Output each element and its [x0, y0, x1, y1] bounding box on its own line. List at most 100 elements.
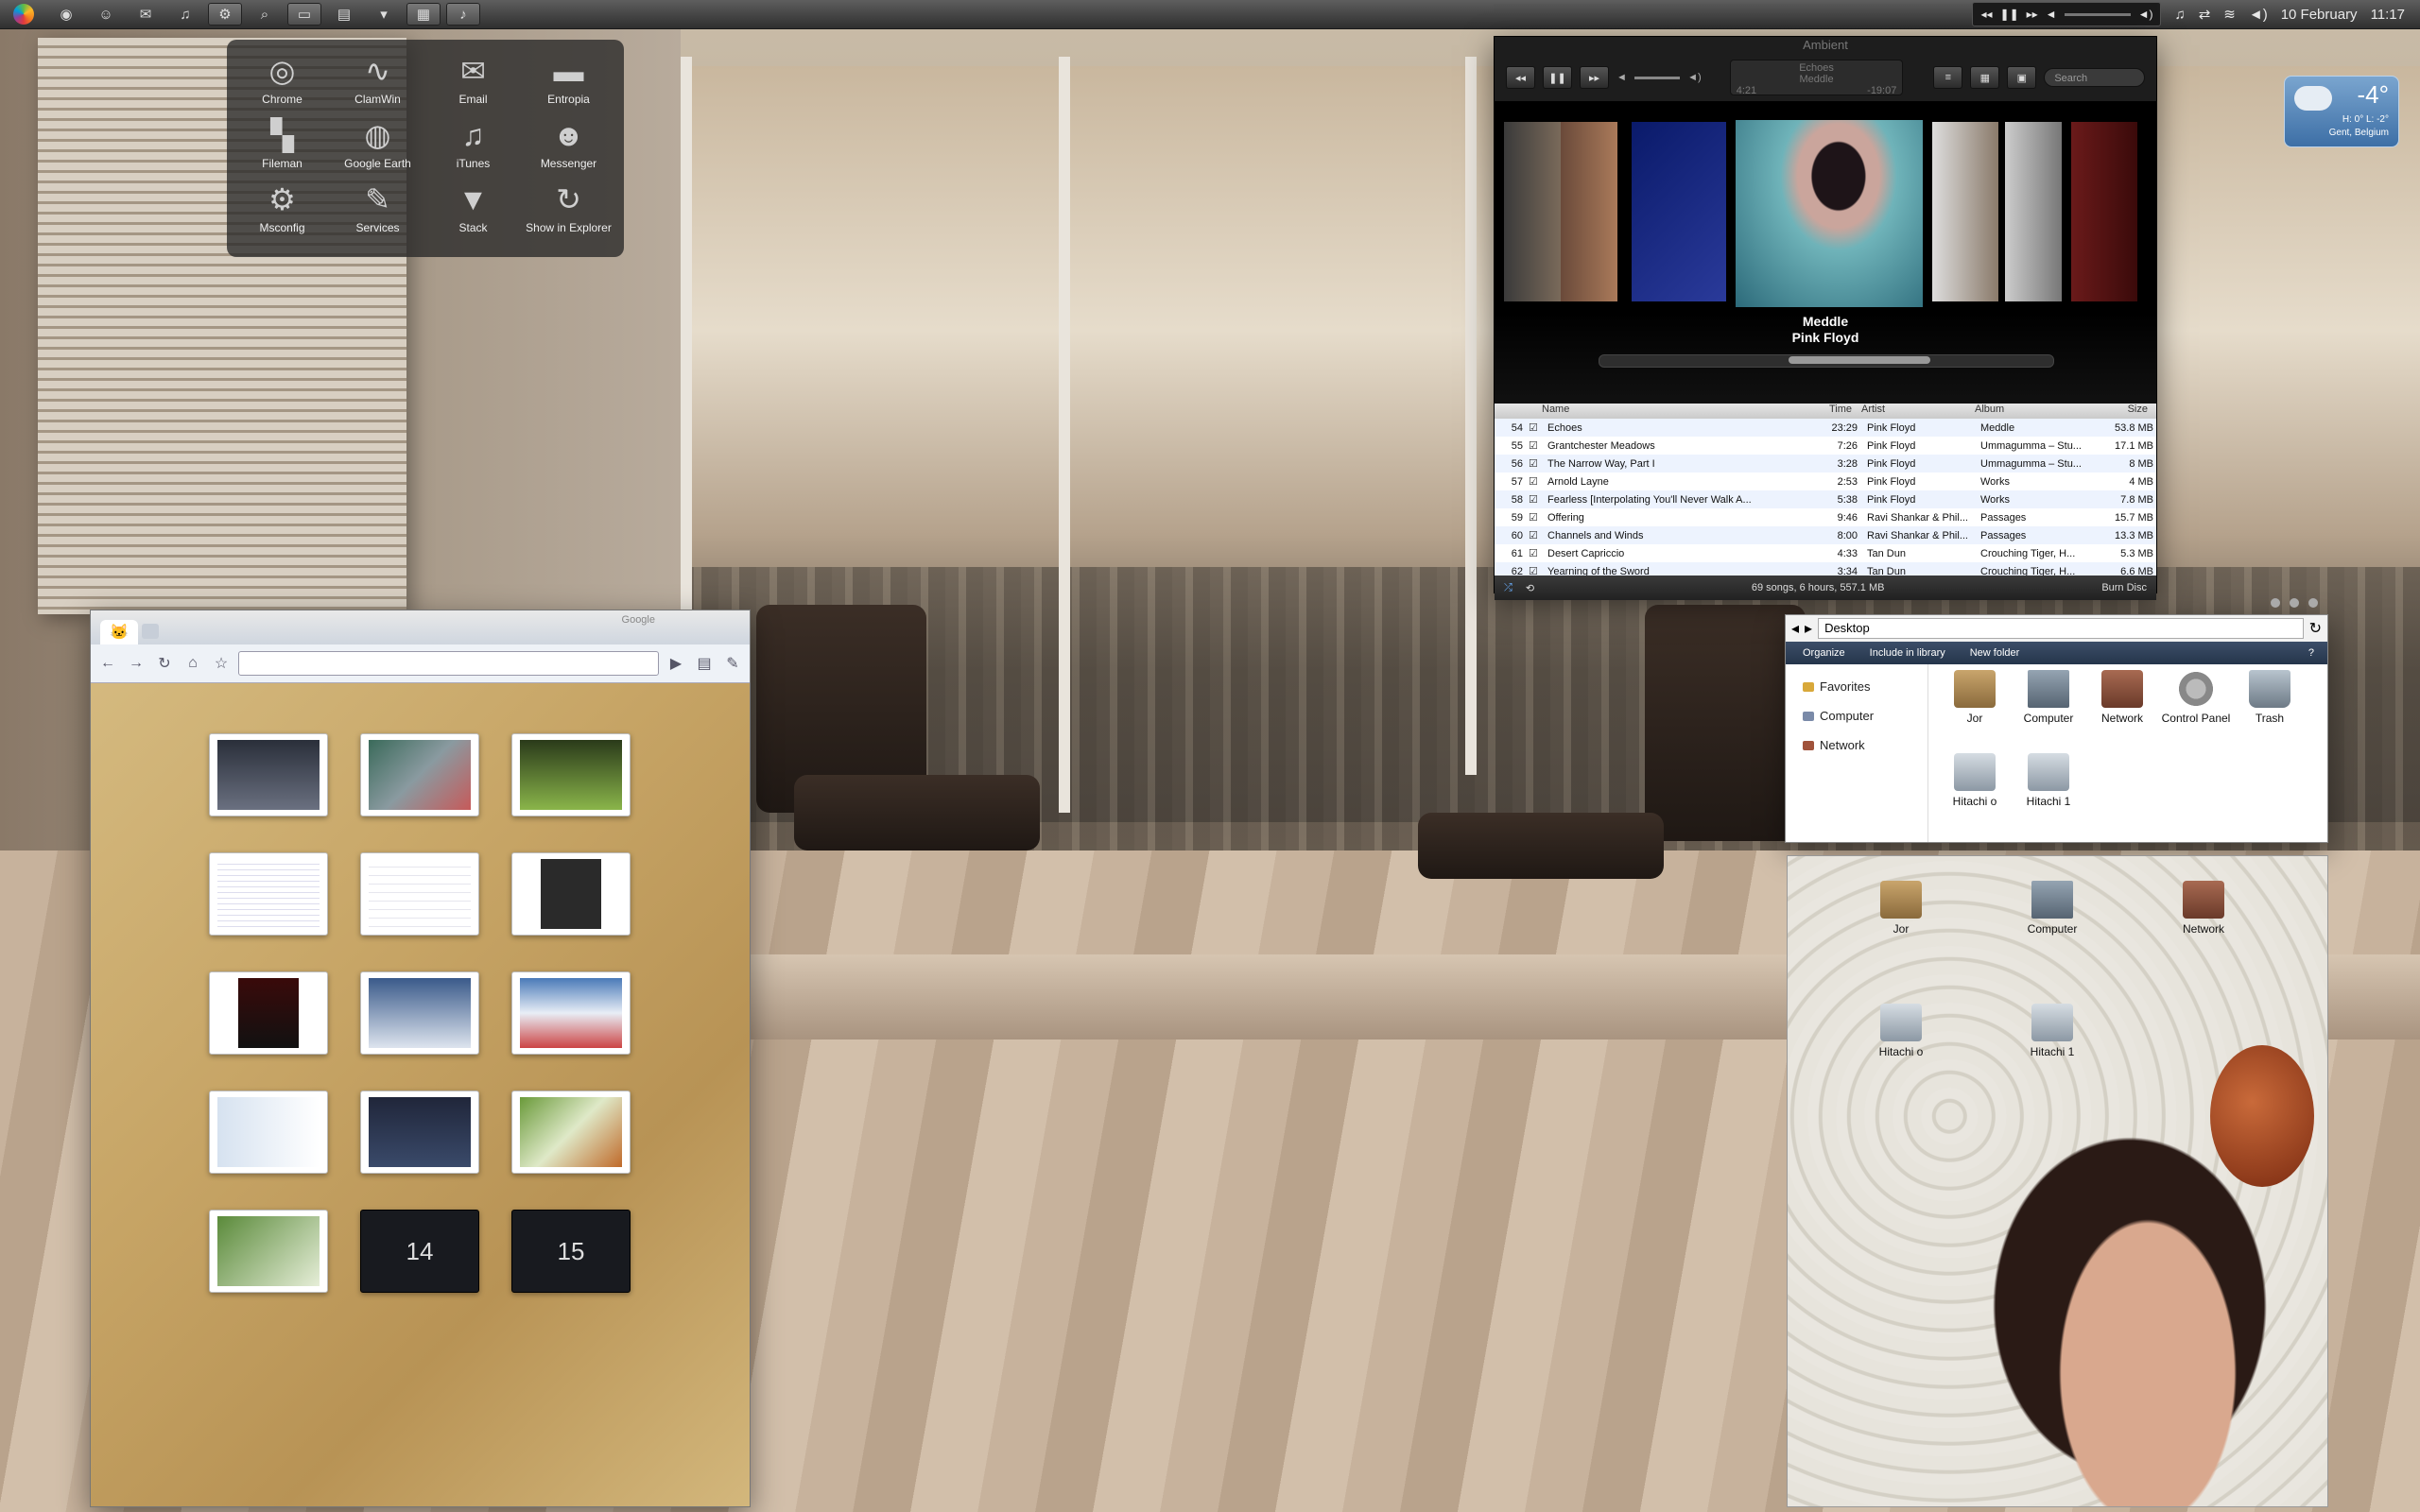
- coverflow-view-button[interactable]: ▣: [2007, 66, 2037, 89]
- volume-slider[interactable]: [2064, 12, 2131, 16]
- pause-button[interactable]: ❚❚: [1542, 66, 1572, 89]
- file-item-computer[interactable]: Computer: [2012, 670, 2085, 753]
- album-cover[interactable]: [1932, 122, 1998, 301]
- cover-flow-scrollbar[interactable]: [1599, 354, 2054, 368]
- thumbnail[interactable]: [511, 733, 631, 816]
- repeat-icon[interactable]: ⟲: [1526, 582, 1534, 594]
- wifi-icon[interactable]: ≋: [2223, 6, 2236, 23]
- pause-icon[interactable]: ❚❚: [2000, 8, 2019, 21]
- album-cover[interactable]: [2005, 122, 2062, 301]
- checkbox-icon[interactable]: ☑: [1529, 511, 1547, 524]
- page-menu-icon[interactable]: ▤: [693, 652, 716, 675]
- checkbox-icon[interactable]: ☑: [1529, 457, 1547, 470]
- table-row[interactable]: 56 ☑ The Narrow Way, Part I 3:28 Pink Floyd U…: [1495, 455, 2156, 472]
- file-item-trash[interactable]: Trash: [2233, 670, 2307, 753]
- album-cover-current[interactable]: [1736, 120, 1923, 307]
- path-field[interactable]: Desktop: [1818, 618, 2304, 639]
- help-icon[interactable]: ?: [2308, 647, 2314, 659]
- thumbnail[interactable]: [209, 1091, 328, 1174]
- clock-time[interactable]: 11:17: [2371, 7, 2405, 23]
- list-view-button[interactable]: ≡: [1933, 66, 1963, 89]
- thumbnail[interactable]: [511, 852, 631, 936]
- grid-view-button[interactable]: ▦: [1970, 66, 2000, 89]
- settings-icon[interactable]: ⚙: [208, 3, 242, 26]
- thumbnail[interactable]: [209, 971, 328, 1055]
- launcher-item-show-in-explorer[interactable]: ↻ Show in Explorer: [521, 181, 616, 246]
- forward-icon[interactable]: →: [125, 652, 147, 675]
- music-note-icon[interactable]: ♫: [2174, 7, 2185, 23]
- search-icon[interactable]: ⌕: [248, 3, 282, 26]
- desktop-icon-jor[interactable]: Jor: [1825, 881, 1977, 1004]
- checkbox-icon[interactable]: ☑: [1529, 529, 1547, 541]
- launcher-item-google-earth[interactable]: ◍ Google Earth: [330, 117, 425, 181]
- column-artist[interactable]: Artist: [1861, 404, 1975, 419]
- previous-icon[interactable]: ◂◂: [1980, 8, 1992, 21]
- album-cover[interactable]: [1561, 122, 1617, 301]
- launcher-item-email[interactable]: ✉ Email: [425, 53, 521, 117]
- launcher-item-itunes[interactable]: ♫ iTunes: [425, 117, 521, 181]
- nav-favorites[interactable]: Favorites: [1786, 672, 1927, 701]
- checkbox-icon[interactable]: ☑: [1529, 439, 1547, 452]
- table-row[interactable]: 58 ☑ Fearless [Interpolating You'll Never …: [1495, 490, 2156, 508]
- folder-icon[interactable]: ▭: [287, 3, 321, 26]
- reload-icon[interactable]: ↻: [153, 652, 176, 675]
- thumbnail[interactable]: [360, 852, 479, 936]
- close-button[interactable]: [2308, 598, 2318, 608]
- volume-slider[interactable]: [1634, 76, 1681, 79]
- organize-button[interactable]: Organize: [1803, 647, 1845, 659]
- checkbox-icon[interactable]: ☑: [1529, 475, 1547, 488]
- column-album[interactable]: Album: [1975, 404, 2093, 419]
- thumbnail[interactable]: [511, 1091, 631, 1174]
- apple-logo-icon[interactable]: [13, 4, 34, 25]
- launcher-item-chrome[interactable]: ◎ Chrome: [234, 53, 330, 117]
- launcher-item-fileman[interactable]: ▚ Fileman: [234, 117, 330, 181]
- table-row[interactable]: 55 ☑ Grantchester Meadows 7:26 Pink Floyd Umm…: [1495, 437, 2156, 455]
- itunes-icon[interactable]: ♫: [168, 3, 202, 26]
- file-item-jor[interactable]: Jor: [1938, 670, 2012, 753]
- table-row[interactable]: 60 ☑ Channels and Winds 8:00 Ravi Shankar & …: [1495, 526, 2156, 544]
- column-name[interactable]: Name: [1542, 404, 1797, 419]
- stack-icon[interactable]: ▾: [367, 3, 401, 26]
- chrome-icon[interactable]: ◉: [49, 3, 83, 26]
- back-icon[interactable]: ◂: [1791, 619, 1799, 638]
- new-tab-button[interactable]: [142, 624, 159, 639]
- scrollbar-thumb[interactable]: [1789, 356, 1930, 364]
- table-row[interactable]: 61 ☑ Desert Capriccio 4:33 Tan Dun Crouching …: [1495, 544, 2156, 562]
- new-folder-button[interactable]: New folder: [1970, 647, 2020, 659]
- checkbox-icon[interactable]: ☑: [1529, 421, 1547, 434]
- previous-button[interactable]: ◂◂: [1506, 66, 1535, 89]
- table-row[interactable]: 62 ☑ Yearning of the Sword 3:34 Tan Dun Crouc…: [1495, 562, 2156, 576]
- launcher-item-msconfig[interactable]: ⚙ Msconfig: [234, 181, 330, 246]
- go-icon[interactable]: ▶: [665, 652, 687, 675]
- back-icon[interactable]: ←: [96, 652, 119, 675]
- next-button[interactable]: ▸▸: [1579, 66, 1609, 89]
- file-item-hitachi-0[interactable]: Hitachi o: [1938, 753, 2012, 836]
- email-icon[interactable]: ✉: [129, 3, 163, 26]
- clock-date[interactable]: 10 February: [2281, 7, 2358, 23]
- launcher-item-services[interactable]: ✎ Services: [330, 181, 425, 246]
- desktop-icon-hitachi-0[interactable]: Hitachi o: [1825, 1004, 1977, 1126]
- checkbox-icon[interactable]: ☑: [1529, 547, 1547, 559]
- window-icon[interactable]: ▦: [406, 3, 441, 26]
- column-time[interactable]: Time: [1797, 404, 1861, 419]
- thumbnail-empty[interactable]: 15: [511, 1210, 631, 1293]
- thumbnail[interactable]: [209, 852, 328, 936]
- thumbnail[interactable]: [360, 1091, 479, 1174]
- music-icon[interactable]: ♪: [446, 3, 480, 26]
- nav-network[interactable]: Network: [1786, 730, 1927, 760]
- launcher-item-clamwin[interactable]: ∿ ClamWin: [330, 53, 425, 117]
- table-row[interactable]: 54 ☑ Echoes 23:29 Pink Floyd Meddle 53.8 MB: [1495, 419, 2156, 437]
- mini-player[interactable]: ◂◂ ❚❚ ▸▸ ◄ ◄): [1972, 2, 2162, 26]
- address-bar[interactable]: [238, 651, 659, 676]
- explorer-icon[interactable]: ▤: [327, 3, 361, 26]
- table-row[interactable]: 57 ☑ Arnold Layne 2:53 Pink Floyd Works 4 MB: [1495, 472, 2156, 490]
- desktop-icon-network[interactable]: Network: [2128, 881, 2279, 1004]
- next-icon[interactable]: ▸▸: [2027, 8, 2038, 21]
- search-input[interactable]: Search: [2044, 68, 2145, 87]
- cover-flow[interactable]: Meddle Pink Floyd: [1495, 101, 2156, 404]
- file-item-control-panel[interactable]: Control Panel: [2159, 670, 2233, 753]
- checkbox-icon[interactable]: ☑: [1529, 565, 1547, 576]
- album-cover[interactable]: [2071, 122, 2137, 301]
- thumbnail-empty[interactable]: 14: [360, 1210, 479, 1293]
- desktop-icon-computer[interactable]: Computer: [1977, 881, 2128, 1004]
